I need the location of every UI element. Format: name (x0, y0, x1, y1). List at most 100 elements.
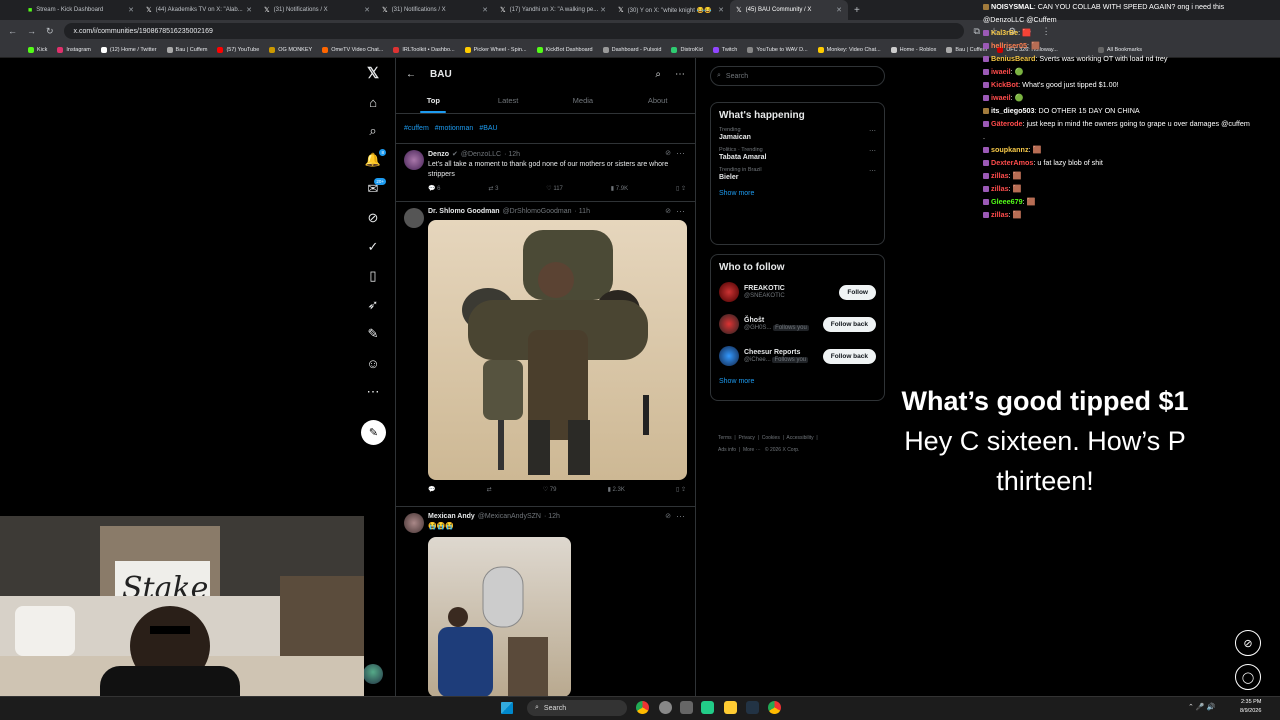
more-icon[interactable]: ⋯ (676, 511, 685, 522)
close-tab-icon[interactable]: ✕ (836, 6, 842, 14)
post[interactable]: Dr. Shlomo Goodman @DrShlomoGoodman · 11h … (396, 202, 695, 507)
more-icon[interactable]: ⋯ (676, 206, 685, 217)
bookmark[interactable]: Twitch (712, 46, 737, 53)
avatar[interactable] (404, 150, 424, 170)
grok-icon[interactable]: ⊘ (665, 512, 671, 520)
bookmark[interactable]: Picker Wheel - Spin... (464, 46, 527, 53)
bookmark[interactable]: Kick (28, 46, 47, 53)
reply-button[interactable]: 💬 6 (428, 185, 440, 192)
bookmark[interactable]: OG MONKEY (269, 46, 312, 53)
communities-icon[interactable]: ✓ (362, 236, 384, 258)
bookmark[interactable]: Bau | Cuffem (166, 46, 207, 53)
post[interactable]: Mexican Andy @MexicanAndySZN · 12h ⊘ ⋯ 😭😭😭 (396, 507, 695, 707)
follow-back-button[interactable]: Follow back (822, 316, 876, 332)
premium-icon[interactable]: ✎ (362, 323, 384, 345)
compose-post-button[interactable]: ✎ (361, 420, 386, 445)
tab-top[interactable]: Top (396, 90, 471, 113)
bookmark-icon[interactable]: ▯ (362, 265, 384, 287)
follow-button[interactable]: Follow (839, 284, 876, 300)
browser-tab-active[interactable]: 𝕏 (45) BAU Community / X ✕ (730, 0, 848, 20)
install-icon[interactable]: ⧉ (974, 26, 980, 37)
more-icon[interactable]: ⋯ (676, 148, 685, 159)
taskbar-search[interactable]: ⌕ Search (527, 700, 627, 716)
chat-username[interactable]: Gleee679 (991, 197, 1023, 206)
follow-suggestion[interactable]: Ğhoŝt @GH0S... Follows you Follow back (711, 308, 884, 340)
bookmark[interactable]: Dashboard - Pulsoid (602, 46, 661, 53)
like-button[interactable]: ♡ 79 (543, 486, 557, 493)
folder-icon[interactable] (724, 701, 737, 714)
chat-username[interactable]: its_diego503 (991, 106, 1035, 115)
chat-username[interactable]: Kal3rBe (991, 28, 1018, 37)
search-input[interactable]: ⌕ Search (710, 66, 885, 86)
search-icon[interactable]: ⌕ (362, 120, 384, 142)
grok-icon[interactable]: ⊘ (665, 149, 671, 157)
bookmark[interactable]: Monkey: Video Chat... (817, 46, 881, 53)
browser-tab[interactable]: 𝕏 (30) Y on X: "white knight 😂😂 ✕ (612, 0, 730, 20)
show-more-link[interactable]: Show more (711, 184, 884, 203)
trend-item[interactable]: Trending Jamaican ⋯ (711, 124, 884, 144)
avatar[interactable] (404, 208, 424, 228)
obs-icon[interactable] (659, 701, 672, 714)
chat-username[interactable]: KickBot (991, 80, 1018, 89)
bookmark[interactable]: (12) Home / Twitter (100, 46, 157, 53)
hashtag-link[interactable]: #motionman (435, 125, 474, 132)
trend-item[interactable]: Trending in Brazil Bieler ⋯ (711, 164, 884, 184)
post-handle[interactable]: @DrShlomoGoodman (503, 208, 572, 215)
bookmark[interactable]: (57) YouTube (217, 46, 259, 53)
post[interactable]: Denzo ✔ @DenzoLLC · 12h ⊘ ⋯ Let's all take a… (396, 144, 695, 202)
tab-media[interactable]: Media (546, 90, 621, 113)
browser-tab[interactable]: 𝕏 (44) Akademiks TV on X: "Alab... ✕ (140, 0, 258, 20)
app-icon[interactable] (680, 701, 693, 714)
post-author[interactable]: Denzo (428, 151, 449, 158)
start-icon[interactable] (501, 702, 513, 714)
reply-button[interactable]: 💬 (428, 486, 435, 493)
bookmark[interactable]: Instagram (57, 46, 91, 53)
post-video[interactable] (428, 536, 571, 697)
bookmark[interactable]: DistroKid (671, 46, 703, 53)
bookmark[interactable]: KickBot Dashboard (536, 46, 593, 53)
follow-back-button[interactable]: Follow back (822, 348, 876, 364)
like-button[interactable]: ♡ 117 (546, 185, 563, 192)
chat-username[interactable]: hellriser05 (991, 41, 1027, 50)
more-icon[interactable]: ⋯ (869, 147, 876, 155)
footer-link[interactable]: Accessibility (786, 435, 813, 441)
forward-icon[interactable]: → (27, 26, 36, 36)
jobs-icon[interactable]: ➶ (362, 294, 384, 316)
system-tray[interactable]: ⌃ 🎤 🔊 (1188, 703, 1215, 711)
chat-username[interactable]: zillas (991, 210, 1009, 219)
bookmark[interactable]: Bau | Cuffem (946, 46, 987, 53)
footer-link[interactable]: Cookies (762, 435, 780, 441)
avatar[interactable] (404, 513, 424, 533)
show-more-link[interactable]: Show more (711, 372, 884, 391)
url-bar[interactable]: x.com/i/communities/1908678516235002169 (63, 23, 964, 39)
close-tab-icon[interactable]: ✕ (128, 6, 134, 14)
bookmark[interactable]: IRLToolkit • Dashbo... (393, 46, 455, 53)
follow-suggestion[interactable]: FREAKOTIC @SNEAKOTIC Follow (711, 276, 884, 308)
bookmark[interactable]: YouTube to WAV D... (747, 46, 808, 53)
chat-username[interactable]: DexterAmos (991, 158, 1033, 167)
taskbar-clock[interactable]: 2:35 PM 8/9/2026 (1240, 698, 1261, 716)
grok-icon[interactable]: ⊘ (362, 207, 384, 229)
back-arrow-icon[interactable]: ← (406, 69, 416, 80)
tab-about[interactable]: About (620, 90, 695, 113)
post-handle[interactable]: @MexicanAndySZN (478, 513, 541, 520)
bookmark-button[interactable]: ▯ ⇪ (676, 185, 686, 192)
app-icon[interactable] (701, 701, 714, 714)
close-tab-icon[interactable]: ✕ (364, 6, 370, 14)
bookmark[interactable]: Home - Roblox (890, 46, 936, 53)
new-tab-icon[interactable]: + (854, 5, 860, 16)
browser-tab[interactable]: ■ Stream - Kick Dashboard ✕ (22, 0, 140, 20)
repost-button[interactable]: ⇄ (487, 486, 492, 493)
avatar[interactable] (719, 346, 739, 366)
bookmark-button[interactable]: ▯ ⇪ (676, 486, 686, 493)
close-tab-icon[interactable]: ✕ (482, 6, 488, 14)
footer-link[interactable]: Terms (718, 435, 732, 441)
footer-link[interactable]: More ··· (743, 447, 761, 453)
follow-suggestion[interactable]: Cheesur Reports @iChee... Follows you Fol… (711, 340, 884, 372)
chat-username[interactable]: soupkannz (991, 145, 1029, 154)
repost-button[interactable]: ⇄ 3 (488, 185, 498, 192)
views-button[interactable]: ▮ 2.3K (608, 486, 625, 493)
more-icon[interactable]: ⋯ (869, 167, 876, 175)
chat-username[interactable]: iwaeil (991, 93, 1011, 102)
grok-icon[interactable]: ⊘ (665, 207, 671, 215)
